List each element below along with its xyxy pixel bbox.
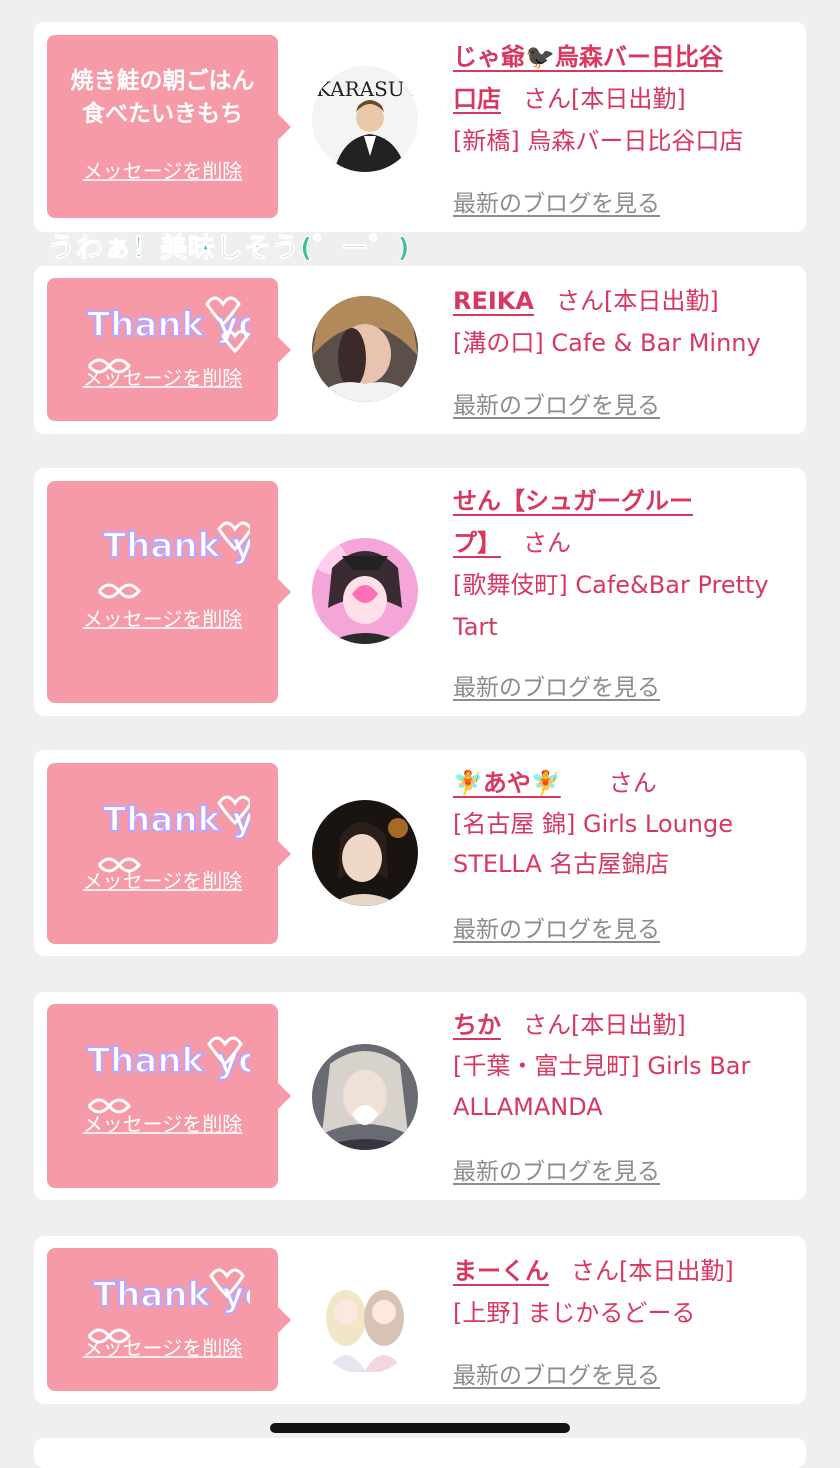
thank-you-sticker: Thank you: [97, 521, 250, 599]
cast-name-link[interactable]: REIKA: [453, 287, 534, 315]
cast-info: まーくん さん[本日出勤] [上野] まじかるどーる: [453, 1250, 792, 1334]
san-suffix: さん: [523, 85, 571, 113]
delete-message-link[interactable]: メッセージを削除: [47, 1332, 278, 1361]
cast-name-link[interactable]: 🧚あや🧚: [453, 769, 561, 797]
message-bubble: Thank you メッセージを削除: [47, 1004, 291, 1188]
svg-text:Thank you: Thank you: [103, 800, 250, 840]
shop-area: [歌舞伎町]: [453, 571, 568, 599]
svg-text:KARASU MORI BAR: KARASU MORI BAR: [316, 77, 418, 101]
shop-area: [新橋]: [453, 127, 520, 155]
avatar[interactable]: [312, 1044, 418, 1150]
san-suffix: さん: [555, 287, 604, 315]
latest-blog-link[interactable]: 最新のブログを見る: [453, 1356, 660, 1390]
message-bubble: Thank you メッセージを削除: [47, 1248, 291, 1391]
avatar[interactable]: [312, 538, 418, 644]
shop-area: [千葉・富士見町]: [453, 1052, 640, 1080]
message-card: Thank you メッセージを削除 REIKA さん[本日出勤] [溝の口] C…: [34, 266, 806, 434]
message-card: 焼き鮭の朝ごはん食べたいきもち メッセージを削除 KARASU MORI BAR…: [34, 22, 806, 232]
message-bubble: Thank you メッセージを削除: [47, 481, 291, 703]
san-suffix: さん: [523, 1011, 571, 1039]
latest-blog-link[interactable]: 最新のブログを見る: [453, 184, 660, 218]
san-suffix: さん: [571, 1257, 619, 1285]
message-card: Thank you メッセージを削除 🧚あや🧚さん [名古屋 錦] Girls …: [34, 750, 806, 956]
message-card: Thank you メッセージを削除 せん【シュガーグルー プ】さん [歌舞伎町…: [34, 468, 806, 716]
cast-name-link-cont[interactable]: プ】: [453, 529, 501, 557]
shop-area: [上野]: [453, 1299, 520, 1327]
message-card: Thank you メッセージを削除 まーくんさん[本日出勤] [上野] まじか…: [34, 1236, 806, 1404]
status-badge: [本日出勤]: [619, 1257, 734, 1285]
shop-area: [溝の口]: [453, 329, 544, 357]
message-bubble: Thank you メッセージを削除: [47, 278, 291, 421]
latest-blog-link[interactable]: 最新のブログを見る: [453, 668, 660, 702]
thank-you-sticker: Thank you: [86, 1036, 250, 1114]
avatar[interactable]: [312, 1268, 418, 1374]
home-indicator[interactable]: [270, 1423, 570, 1433]
cast-info: せん【シュガーグルー プ】 さん [歌舞伎町] Cafe&Bar Pretty T…: [453, 480, 792, 648]
speech-sticker: うわぁ！美味しそう(゜ー゜): [48, 233, 411, 265]
status-badge: [本日出勤]: [571, 1011, 686, 1039]
cast-info: じゃ爺🐦‍⬛烏森バー日比谷 口店 さん[本日出勤] [新橋] 烏森バー日比谷口店: [453, 36, 792, 162]
shop-name: 烏森バー日比谷口店: [527, 127, 744, 155]
delete-message-link[interactable]: メッセージを削除: [47, 362, 278, 391]
cast-name-link-cont[interactable]: 口店: [453, 85, 501, 113]
shop-name: まじかるどーる: [527, 1299, 696, 1327]
cast-name-link[interactable]: まーくん: [453, 1257, 549, 1285]
svg-text:Thank you: Thank you: [103, 526, 250, 566]
avatar[interactable]: [312, 800, 418, 906]
message-card: Thank you メッセージを削除 ちかさん[本日出勤] [千葉・富士見町] …: [34, 992, 806, 1200]
avatar[interactable]: KARASU MORI BAR: [312, 66, 418, 172]
shop-area: [名古屋 錦]: [453, 810, 576, 838]
cast-name-link[interactable]: じゃ爺🐦‍⬛烏森バー日比谷: [453, 43, 723, 71]
cast-info: REIKA さん[本日出勤] [溝の口] Cafe & Bar Minny: [453, 280, 792, 364]
latest-blog-link[interactable]: 最新のブログを見る: [453, 910, 660, 944]
cast-name-link[interactable]: せん【シュガーグルー: [453, 487, 693, 515]
cast-info: ちか さん[本日出勤] [千葉・富士見町] Girls Bar ALLAMANDA: [453, 1004, 792, 1128]
delete-message-link[interactable]: メッセージを削除: [47, 155, 278, 184]
message-bubble: Thank you メッセージを削除: [47, 763, 291, 944]
latest-blog-link[interactable]: 最新のブログを見る: [453, 1152, 660, 1186]
shop-name: Cafe & Bar Minny: [551, 329, 761, 357]
next-message-card: [34, 1438, 806, 1468]
cast-name-link[interactable]: ちか: [453, 1011, 501, 1039]
avatar[interactable]: [312, 296, 418, 402]
delete-message-link[interactable]: メッセージを削除: [47, 1108, 278, 1137]
status-badge: [本日出勤]: [571, 85, 686, 113]
svg-text:Thank you: Thank you: [87, 1041, 250, 1081]
san-suffix: さん: [523, 529, 571, 557]
cast-info: 🧚あや🧚 さん [名古屋 錦] Girls Lounge STELLA 名古屋錦店: [453, 762, 792, 884]
delete-message-link[interactable]: メッセージを削除: [47, 603, 278, 632]
delete-message-link[interactable]: メッセージを削除: [47, 865, 278, 894]
san-suffix: さん: [608, 769, 657, 797]
message-bubble: 焼き鮭の朝ごはん食べたいきもち メッセージを削除: [47, 35, 291, 218]
status-badge: [本日出勤]: [603, 287, 719, 315]
latest-blog-link[interactable]: 最新のブログを見る: [453, 386, 660, 420]
message-text: 焼き鮭の朝ごはん食べたいきもち: [70, 68, 255, 127]
